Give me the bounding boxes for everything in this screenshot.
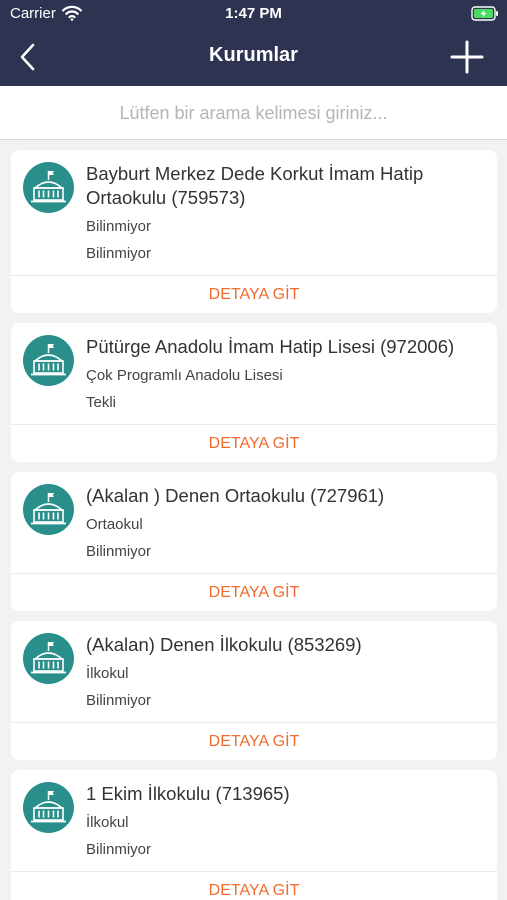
school-building-icon [23, 782, 74, 833]
search-input[interactable] [0, 86, 507, 140]
add-button[interactable] [447, 37, 487, 77]
detail-button[interactable]: DETAYA GİT [11, 275, 497, 313]
status-time: 1:47 PM [225, 5, 282, 22]
school-building-icon [23, 335, 74, 386]
detail-button[interactable]: DETAYA GİT [11, 573, 497, 611]
navigation-bar: Kurumlar [0, 28, 507, 86]
institution-card: (Akalan) Denen İlkokulu (853269) İlkokul… [11, 621, 497, 760]
institution-card: Bayburt Merkez Dede Korkut İmam Hatip Or… [11, 150, 497, 313]
card-body[interactable]: (Akalan) Denen İlkokulu (853269) İlkokul… [11, 621, 497, 722]
card-body[interactable]: 1 Ekim İlkokulu (713965) İlkokul Bilinmi… [11, 770, 497, 871]
institution-title: (Akalan ) Denen Ortaokulu (727961) [86, 485, 385, 506]
institution-status: Bilinmiyor [86, 245, 152, 262]
plus-icon [450, 40, 484, 74]
school-building-icon [23, 162, 74, 213]
detail-button[interactable]: DETAYA GİT [11, 424, 497, 462]
institution-type: Ortaokul [86, 516, 143, 533]
institution-title: (Akalan) Denen İlkokulu (853269) [86, 634, 362, 655]
status-bar: Carrier 1:47 PM [0, 0, 507, 28]
institution-title: Pütürge Anadolu İmam Hatip Lisesi (97200… [86, 336, 455, 357]
battery-charging-icon [471, 6, 499, 26]
institution-type: Bilinmiyor [86, 218, 152, 235]
institution-status: Tekli [86, 394, 117, 411]
institution-card: (Akalan ) Denen Ortaokulu (727961) Ortao… [11, 472, 497, 611]
institution-status: Bilinmiyor [86, 692, 152, 709]
institution-title: Bayburt Merkez Dede Korkut İmam Hatip Or… [86, 163, 424, 208]
search-bar [0, 86, 507, 140]
school-building-icon [23, 484, 74, 535]
card-body[interactable]: Bayburt Merkez Dede Korkut İmam Hatip Or… [11, 150, 497, 275]
detail-button[interactable]: DETAYA GİT [11, 871, 497, 900]
institution-card: 1 Ekim İlkokulu (713965) İlkokul Bilinmi… [11, 770, 497, 900]
institution-type: İlkokul [86, 814, 129, 831]
card-body[interactable]: (Akalan ) Denen Ortaokulu (727961) Ortao… [11, 472, 497, 573]
school-building-icon [23, 633, 74, 684]
institution-status: Bilinmiyor [86, 841, 152, 858]
detail-button[interactable]: DETAYA GİT [11, 722, 497, 760]
institution-list: Bayburt Merkez Dede Korkut İmam Hatip Or… [11, 150, 497, 900]
page-title: Kurumlar [209, 44, 298, 66]
institution-title: 1 Ekim İlkokulu (713965) [86, 783, 290, 804]
institution-type: Çok Programlı Anadolu Lisesi [86, 367, 283, 384]
institution-card: Pütürge Anadolu İmam Hatip Lisesi (97200… [11, 323, 497, 462]
institution-status: Bilinmiyor [86, 543, 152, 560]
card-body[interactable]: Pütürge Anadolu İmam Hatip Lisesi (97200… [11, 323, 497, 424]
institution-type: İlkokul [86, 665, 129, 682]
